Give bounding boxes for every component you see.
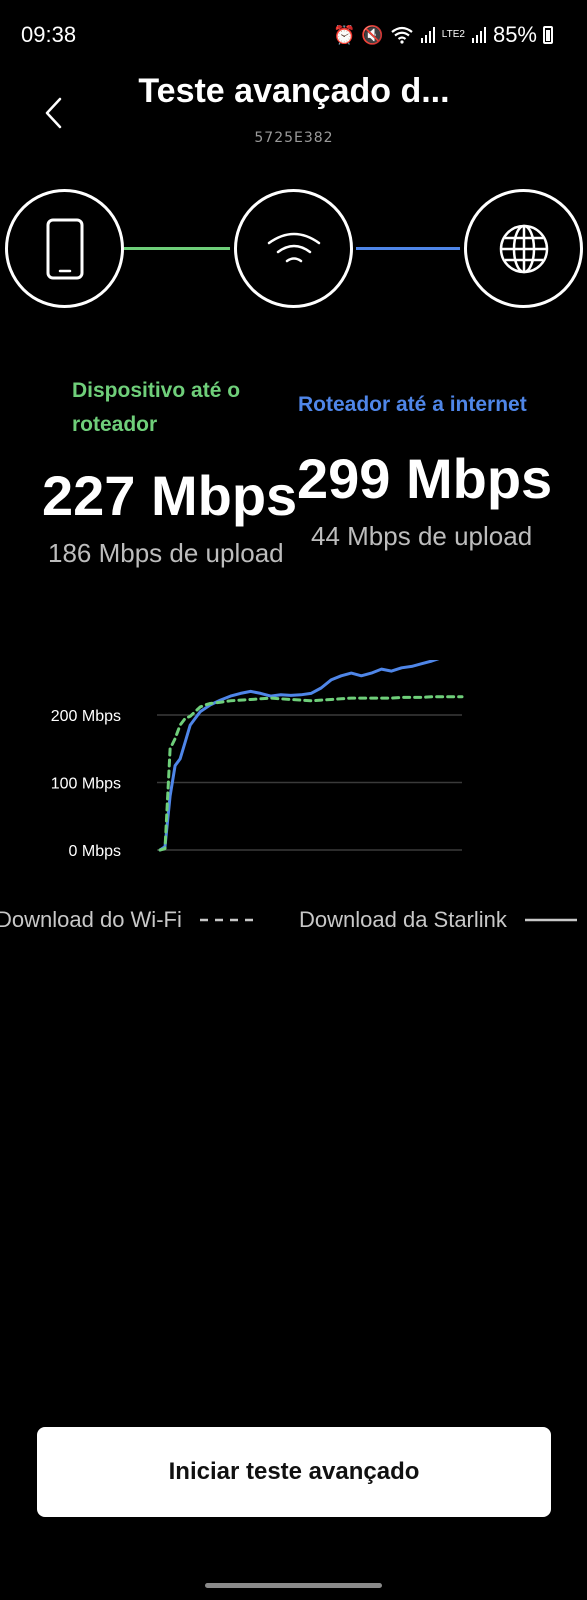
legend-wifi: Download do Wi-Fi bbox=[0, 907, 254, 933]
wifi-download-line bbox=[158, 695, 464, 852]
lte-label: LTE2 bbox=[441, 29, 465, 40]
internet-node bbox=[464, 189, 583, 308]
starlink-download-speed: 299 Mbps bbox=[297, 447, 553, 510]
battery-icon bbox=[543, 26, 553, 44]
alarm-icon: ⏰ bbox=[332, 25, 356, 45]
router-serial: 5725E382 bbox=[254, 130, 334, 146]
y-tick-label: 100 Mbps bbox=[51, 776, 121, 793]
speed-chart: 200 Mbps 100 Mbps 0 Mbps bbox=[51, 660, 464, 860]
chevron-left-icon bbox=[45, 97, 62, 129]
wifi-download-speed: 227 Mbps bbox=[42, 464, 298, 527]
y-tick-label: 200 Mbps bbox=[51, 708, 121, 725]
y-tick-label: 0 Mbps bbox=[69, 843, 121, 860]
device-node bbox=[5, 189, 124, 308]
page-title: Teste avançado d... bbox=[138, 72, 450, 110]
wifi-status-icon bbox=[391, 26, 413, 44]
legend-starlink-label: Download da Starlink bbox=[299, 907, 507, 932]
back-button[interactable] bbox=[34, 88, 74, 138]
starlink-upload-speed: 44 Mbps de upload bbox=[311, 521, 533, 551]
status-icons: ⏰ 🔇 LTE2 85% bbox=[333, 22, 553, 48]
start-advanced-test-button[interactable]: Iniciar teste avançado bbox=[37, 1427, 551, 1517]
phone-icon bbox=[46, 218, 83, 279]
legend-starlink-swatch bbox=[524, 918, 577, 922]
wifi-icon bbox=[267, 232, 320, 262]
globe-icon bbox=[499, 224, 548, 273]
starlink-download-line bbox=[158, 660, 440, 852]
legend-wifi-swatch bbox=[199, 918, 254, 922]
router-node bbox=[234, 189, 353, 308]
battery-percent: 85% bbox=[492, 22, 537, 47]
legend-wifi-label: Download do Wi-Fi bbox=[0, 907, 182, 932]
status-time: 09:38 bbox=[21, 22, 77, 47]
mute-icon: 🔇 bbox=[361, 25, 384, 45]
device-router-link bbox=[124, 247, 230, 250]
router-internet-link bbox=[356, 247, 460, 250]
signal-icon-2 bbox=[471, 27, 486, 43]
signal-icon bbox=[420, 27, 435, 43]
legend-starlink: Download da Starlink bbox=[299, 907, 577, 933]
starlink-section-label: Roteador até a internet bbox=[298, 393, 527, 416]
home-indicator[interactable] bbox=[205, 1583, 382, 1588]
wifi-upload-speed: 186 Mbps de upload bbox=[48, 538, 284, 568]
wifi-section-label: Dispositivo até o roteador bbox=[72, 379, 241, 436]
